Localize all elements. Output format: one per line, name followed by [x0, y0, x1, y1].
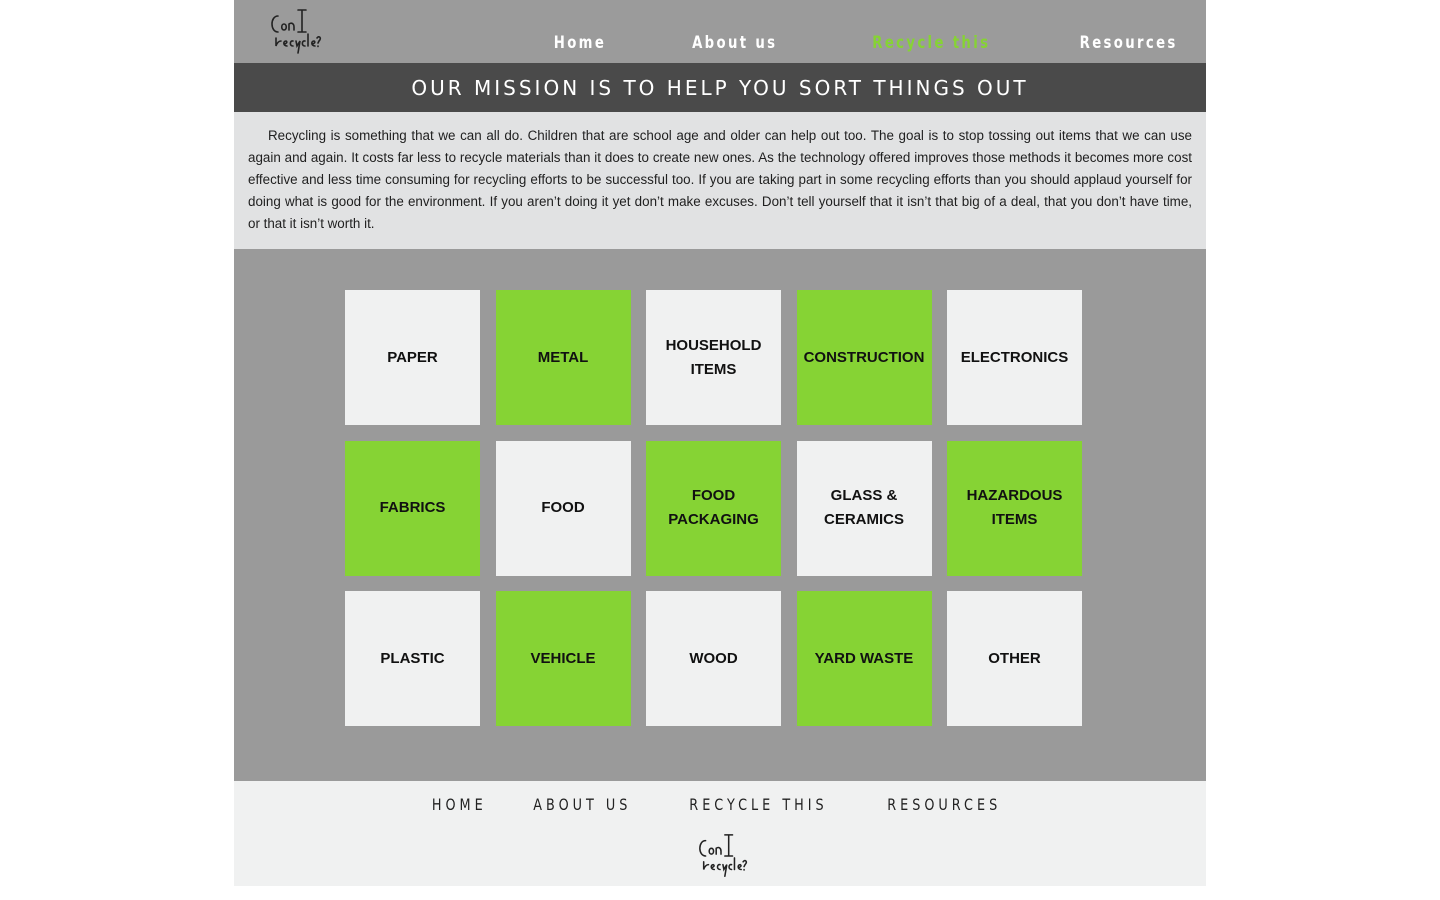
mission-title: OUR MISSION IS TO HELP YOU SORT THINGS O…	[411, 75, 1029, 100]
category-tile-electronics[interactable]: ELECTRONICS	[947, 290, 1082, 425]
footer-nav-about-us[interactable]: ABOUT US	[533, 795, 631, 814]
category-tile-wood[interactable]: WOOD	[646, 591, 781, 726]
category-label: VEHICLE	[530, 649, 596, 667]
category-tile-glass-ceramics[interactable]: GLASS & CERAMICS	[796, 440, 932, 576]
nav-resources[interactable]: Resources	[1080, 33, 1178, 53]
main-nav: Home About us Recycle this Resources	[477, 33, 1178, 53]
category-tile-fabrics[interactable]: FABRICS	[345, 440, 480, 576]
category-label: GLASS & CERAMICS	[823, 487, 904, 528]
category-tile-food[interactable]: FOOD	[495, 440, 631, 576]
category-label: OTHER	[988, 649, 1041, 667]
intro-section: Recycling is something that we can all d…	[234, 112, 1206, 249]
category-tile-paper[interactable]: PAPER	[345, 290, 480, 425]
category-label: WOOD	[689, 649, 738, 667]
category-tile-food-packaging[interactable]: FOOD PACKAGING	[646, 440, 781, 576]
footer-nav-home[interactable]: HOME	[432, 795, 487, 814]
category-tile-hazardous-items[interactable]: HAZARDOUS ITEMS	[947, 440, 1082, 576]
category-label: PLASTIC	[380, 649, 445, 667]
footer-nav-resources[interactable]: RESOURCES	[887, 795, 1001, 814]
category-tile-other[interactable]: OTHER	[947, 591, 1082, 726]
logo-icon	[699, 834, 747, 877]
category-tile-plastic[interactable]: PLASTIC	[345, 591, 480, 726]
category-label: FABRICS	[379, 499, 446, 516]
page: Home About us Recycle this Resources OUR…	[234, 0, 1206, 886]
nav-about-us[interactable]: About us	[692, 33, 777, 53]
nav-home[interactable]: Home	[553, 33, 605, 53]
site-footer: HOME ABOUT US RECYCLE THIS RESOURCES	[234, 781, 1206, 886]
category-label: CONSTRUCTION	[803, 348, 925, 366]
category-label: HAZARDOUS ITEMS	[966, 487, 1063, 528]
category-section: PAPER METAL HOUSEHOLD ITEMS CONSTRUCTION…	[234, 249, 1206, 781]
nav-recycle-this[interactable]: Recycle this	[872, 33, 990, 53]
logo-icon	[271, 9, 322, 54]
category-label: FOOD	[541, 499, 585, 516]
category-grid: PAPER METAL HOUSEHOLD ITEMS CONSTRUCTION…	[345, 290, 1082, 726]
category-label: METAL	[537, 348, 589, 366]
category-label: FOOD PACKAGING	[668, 487, 759, 528]
footer-nav-recycle-this[interactable]: RECYCLE THIS	[689, 795, 827, 814]
footer-nav: HOME ABOUT US RECYCLE THIS RESOURCES	[234, 795, 1206, 814]
category-tile-vehicle[interactable]: VEHICLE	[495, 591, 631, 726]
category-label: PAPER	[387, 348, 438, 366]
intro-paragraph: Recycling is something that we can all d…	[248, 128, 1192, 231]
footer-logo[interactable]	[694, 831, 748, 881]
category-tile-household-items[interactable]: HOUSEHOLD ITEMS	[646, 290, 781, 425]
site-logo[interactable]	[266, 6, 322, 58]
mission-banner: OUR MISSION IS TO HELP YOU SORT THINGS O…	[234, 63, 1206, 112]
category-tile-metal[interactable]: METAL	[495, 290, 631, 425]
category-tile-construction[interactable]: CONSTRUCTION	[796, 290, 932, 425]
site-header: Home About us Recycle this Resources	[234, 0, 1206, 63]
category-tile-yard-waste[interactable]: YARD WASTE	[796, 591, 932, 726]
category-label: YARD WASTE	[814, 649, 914, 667]
category-label: ELECTRONICS	[960, 348, 1069, 366]
category-label: HOUSEHOLD ITEMS	[665, 336, 762, 378]
